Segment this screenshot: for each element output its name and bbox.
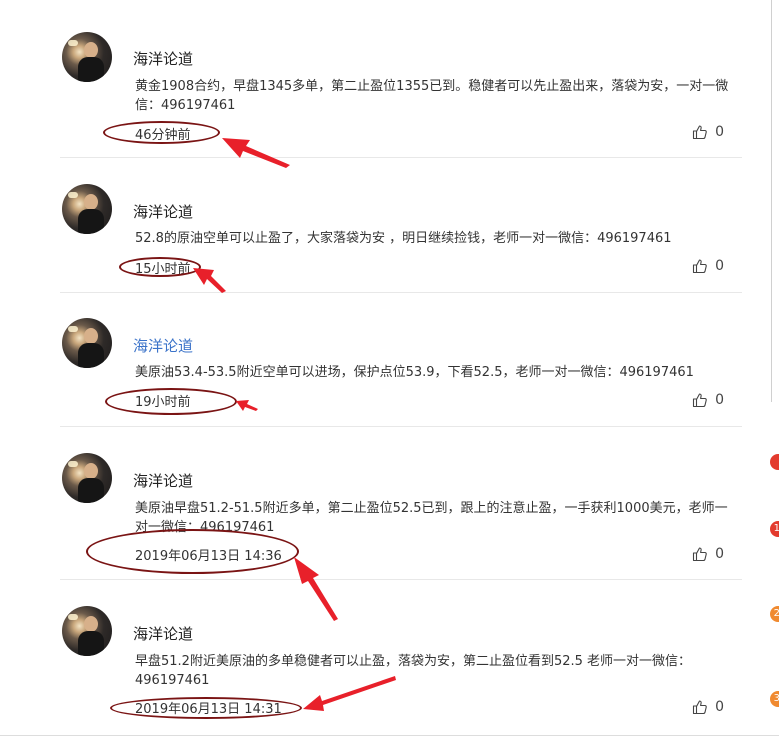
- comment-text: 美原油53.4-53.5附近空单可以进场，保护点位53.9，下看52.5，老师一…: [135, 365, 694, 380]
- thumbs-up-icon: [693, 547, 707, 562]
- avatar[interactable]: [62, 606, 112, 656]
- avatar[interactable]: [62, 184, 112, 234]
- comment-text: 52.8的原油空单可以止盈了，大家落袋为安 ，明日继续捡钱，老师一对一微信：49…: [135, 231, 672, 246]
- avatar[interactable]: [62, 453, 112, 503]
- side-panel-border: [771, 0, 772, 402]
- annotation-oval: [103, 121, 220, 144]
- thumbs-up-icon: [693, 125, 707, 140]
- author-name[interactable]: 海洋论道: [133, 623, 193, 644]
- avatar[interactable]: [62, 32, 112, 82]
- rank-badge-1: 1: [770, 521, 779, 537]
- flame-icon: [770, 454, 779, 470]
- thumbs-up-icon: [693, 259, 707, 274]
- like-button[interactable]: 0: [692, 392, 724, 408]
- annotation-oval: [119, 257, 201, 277]
- rank-badge-2: 2: [770, 606, 779, 622]
- annotation-oval: [110, 697, 302, 719]
- like-count: 0: [715, 699, 724, 715]
- annotation-oval: [86, 529, 299, 574]
- divider: [0, 735, 779, 736]
- avatar[interactable]: [62, 318, 112, 368]
- comment-feed: 海洋论道 黄金1908合约，早盘1345多单，第二止盈位1355已到。稳健者可以…: [60, 0, 742, 735]
- annotation-oval: [105, 388, 237, 415]
- comment-text: 黄金1908合约，早盘1345多单，第二止盈位1355已到。稳健者可以先止盈出来…: [135, 79, 729, 113]
- author-name[interactable]: 海洋论道: [133, 335, 193, 356]
- like-count: 0: [715, 124, 724, 140]
- like-button[interactable]: 0: [692, 699, 724, 715]
- rank-badge-3: 3: [770, 691, 779, 707]
- author-name[interactable]: 海洋论道: [133, 470, 193, 491]
- like-count: 0: [715, 392, 724, 408]
- like-count: 0: [715, 258, 724, 274]
- comment-text: 早盘51.2附近美原油的多单稳健者可以止盈，落袋为安，第二止盈位看到52.5 老…: [135, 654, 692, 688]
- like-button[interactable]: 0: [692, 546, 724, 562]
- like-button[interactable]: 0: [692, 124, 724, 140]
- author-name[interactable]: 海洋论道: [133, 48, 193, 69]
- thumbs-up-icon: [693, 700, 707, 715]
- like-button[interactable]: 0: [692, 258, 724, 274]
- author-name[interactable]: 海洋论道: [133, 201, 193, 222]
- like-count: 0: [715, 546, 724, 562]
- thumbs-up-icon: [693, 393, 707, 408]
